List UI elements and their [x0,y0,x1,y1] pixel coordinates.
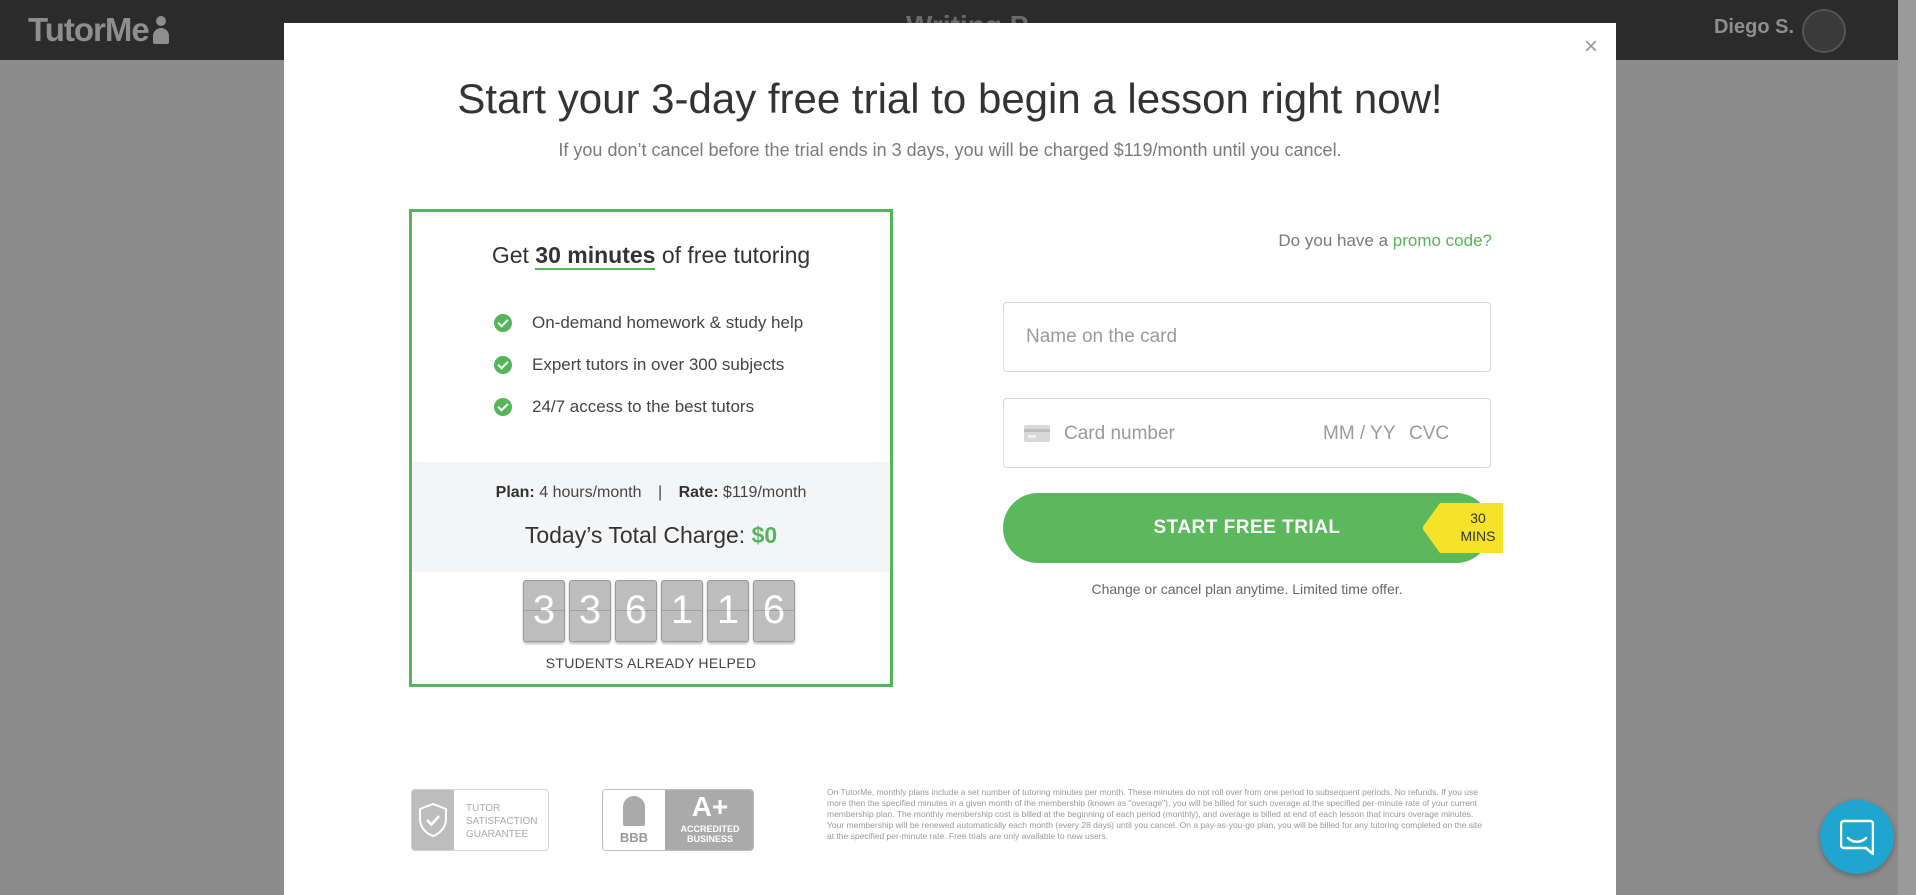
students-counter: 3 3 6 1 1 6 [523,580,795,642]
satisfaction-guarantee-badge: TUTOR SATISFACTION GUARANTEE [411,789,549,851]
plan-rate-line: Plan: 4 hours/month | Rate: $119/month [412,484,890,502]
card-field[interactable]: Card number MM / YY CVC [1003,398,1491,468]
modal-title: Start your 3-day free trial to begin a l… [457,75,1443,122]
tag-text: 30 MINS [1453,509,1503,545]
charge-amount: $0 [751,522,778,548]
promo-prompt: Do you have a promo code? [1278,231,1492,251]
guarantee-line: GUARANTEE [466,829,529,840]
check-icon [494,398,512,416]
start-free-trial-button[interactable]: START FREE TRIAL 30 MINS [1003,493,1503,563]
promo-prefix: Do you have a [1278,231,1393,250]
bbb-grade: A+ [691,791,729,822]
feature-text: 24/7 access to the best tutors [532,397,755,416]
tag-top: 30 [1470,510,1486,526]
card-expiry-input[interactable]: MM / YY [1323,423,1396,445]
tag-bottom: MINS [1460,528,1496,544]
card-cvc-input[interactable]: CVC [1409,423,1449,445]
guarantee-text: TUTOR SATISFACTION GUARANTEE [466,802,538,841]
chat-launcher-button[interactable] [1820,800,1894,874]
counter-digit: 3 [523,580,565,642]
free-trial-modal: × Start your 3-day free trial to begin a… [284,23,1616,895]
feature-item: Expert tutors in over 300 subjects [494,344,803,386]
close-icon[interactable]: × [1580,35,1602,59]
feature-list: On-demand homework & study help Expert t… [494,302,803,428]
feature-text: Expert tutors in over 300 subjects [532,355,785,374]
rate-value: $119/month [723,484,807,501]
offer-heading-suffix: of free tutoring [655,242,811,268]
person-icon [152,16,169,44]
name-field[interactable] [1003,302,1491,372]
bbb-business: BUSINESS [686,834,733,844]
offer-panel: Get 30 minutes of free tutoring On-deman… [409,209,893,687]
feature-text: On-demand homework & study help [532,313,804,332]
shield-check-icon [412,790,454,850]
plan-label: Plan: [495,484,535,501]
cancel-note: Change or cancel plan anytime. Limited t… [1091,581,1403,597]
total-charge-line: Today’s Total Charge: $0 [412,522,890,549]
guarantee-line: SATISFACTION [466,816,538,827]
promo-code-link[interactable]: promo code? [1393,231,1492,250]
plan-value: 4 hours/month [539,484,642,501]
credit-card-icon [1024,425,1050,442]
user-name[interactable]: Diego S. [1714,16,1794,39]
modal-subtitle: If you don’t cancel before the trial end… [558,140,1342,160]
bbb-badge[interactable]: BBB A+ ACCREDITED BUSINESS [602,789,754,851]
avatar[interactable] [1802,9,1846,53]
offer-heading-highlight: 30 minutes [535,242,656,270]
counter-digit: 1 [661,580,703,642]
charge-label: Today’s Total Charge: [524,522,752,548]
card-number-input[interactable]: Card number [1064,423,1175,445]
feature-item: 24/7 access to the best tutors [494,386,803,428]
plan-summary: Plan: 4 hours/month | Rate: $119/month T… [412,462,890,572]
page-scrollbar[interactable] [1898,0,1916,895]
guarantee-line: TUTOR [466,803,501,814]
logo-text: TutorMe [28,11,150,48]
terms-fineprint: On TutorMe, monthly plans include a set … [827,787,1483,841]
thirty-mins-tag: 30 MINS [1422,503,1503,553]
bbb-torch-icon: BBB [603,790,665,850]
name-on-card-input[interactable] [1024,325,1474,349]
bbb-logo-text: BBB [619,830,649,845]
check-icon [494,356,512,374]
plan-separator: | [657,484,663,501]
bbb-rating: A+ ACCREDITED BUSINESS [665,790,753,850]
feature-item: On-demand homework & study help [494,302,803,344]
counter-label: STUDENTS ALREADY HELPED [545,655,757,671]
bbb-accredited: ACCREDITED [680,824,740,834]
counter-digit: 3 [569,580,611,642]
rate-label: Rate: [678,484,719,501]
offer-heading-prefix: Get [491,242,536,268]
chat-icon [1840,819,1874,855]
offer-heading: Get 30 minutes of free tutoring [412,242,890,270]
counter-digit: 1 [707,580,749,642]
check-icon [494,314,512,332]
counter-digit: 6 [615,580,657,642]
counter-digit: 6 [753,580,795,642]
tutorme-logo[interactable]: TutorMe [28,10,169,50]
start-free-trial-label: START FREE TRIAL [1153,517,1341,538]
